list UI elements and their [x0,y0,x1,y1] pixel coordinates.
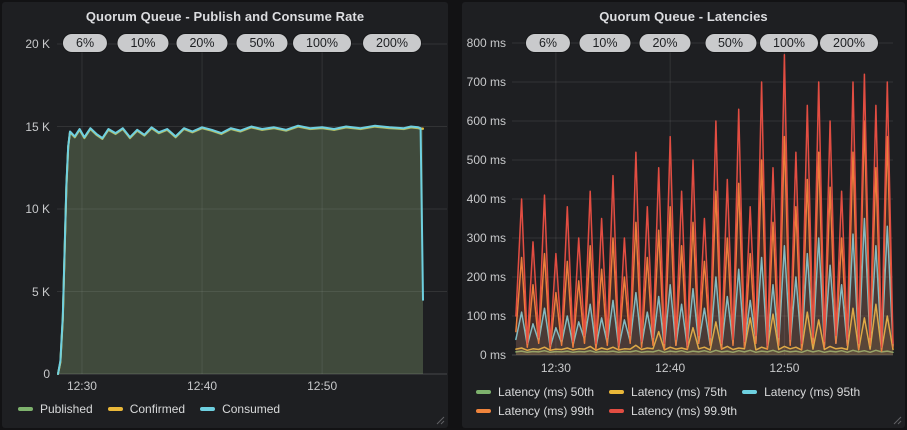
annotation-pill-100pct[interactable]: 100% [293,34,351,52]
panel-publish-consume-rate: Quorum Queue - Publish and Consume Rate … [2,2,448,428]
legend-swatch-latency-ms-99th [476,409,491,413]
legend-label: Latency (ms) 75th [631,384,727,400]
x-axis-tick-label: 12:40 [638,361,702,375]
x-axis-tick-label: 12:30 [50,379,114,393]
x-axis-tick-label: 12:30 [524,361,588,375]
legend-item-latency-ms-50th[interactable]: Latency (ms) 50th [476,384,594,400]
annotation-pill-10pct[interactable]: 10% [117,34,168,52]
annotation-pill-20pct[interactable]: 20% [176,34,227,52]
annotation-pill-50pct[interactable]: 50% [705,34,756,52]
legend-item-latency-ms-99th[interactable]: Latency (ms) 99th [476,403,594,419]
legend-label: Consumed [222,401,280,417]
legend-label: Published [40,401,93,417]
y-axis-tick-label: 200 ms [462,270,506,284]
legend-item-latency-ms-75th[interactable]: Latency (ms) 75th [609,384,727,400]
y-axis-tick-label: 300 ms [462,231,506,245]
legend-label: Latency (ms) 99th [498,403,594,419]
legend-swatch-published [18,407,33,411]
annotation-pill-10pct[interactable]: 10% [579,34,630,52]
legend-swatch-latency-ms-75th [609,390,624,394]
rate-legend: Published Confirmed Consumed [18,401,295,420]
y-axis-tick-label: 700 ms [462,75,506,89]
latency-legend: Latency (ms) 50th Latency (ms) 75th Latenc… [476,384,875,422]
annotation-pill-6pct[interactable]: 6% [63,34,107,52]
y-axis-tick-label: 0 [2,367,50,381]
annotation-pill-200pct[interactable]: 200% [363,34,421,52]
y-axis-tick-label: 400 ms [462,192,506,206]
annotation-pill-20pct[interactable]: 20% [639,34,690,52]
y-axis-tick-label: 5 K [2,285,50,299]
panel-resize-handle[interactable] [893,416,902,425]
y-axis-tick-label: 500 ms [462,153,506,167]
legend-row: Latency (ms) 50th Latency (ms) 75th Latenc… [476,384,875,400]
legend-row: Latency (ms) 99th Latency (ms) 99.9th [476,403,875,419]
y-axis-tick-label: 10 K [2,202,50,216]
legend-swatch-latency-ms-95th [742,390,757,394]
legend-label: Latency (ms) 95th [764,384,860,400]
legend-swatch-latency-ms-99-9th [609,409,624,413]
annotation-pill-6pct[interactable]: 6% [526,34,570,52]
legend-item-published[interactable]: Published [18,401,93,417]
legend-item-latency-ms-95th[interactable]: Latency (ms) 95th [742,384,860,400]
annotation-pill-200pct[interactable]: 200% [820,34,878,52]
rate-chart-svg[interactable] [2,2,448,428]
y-axis-tick-label: 600 ms [462,114,506,128]
series-fill-consumed [58,126,423,374]
dashboard: { "chart_data": [ { "type": "line", "tit… [0,0,907,430]
legend-label: Latency (ms) 99.9th [631,403,737,419]
y-axis-tick-label: 800 ms [462,36,506,50]
x-axis-tick-label: 12:50 [290,379,354,393]
x-axis-tick-label: 12:40 [170,379,234,393]
legend-item-latency-ms-99-9th[interactable]: Latency (ms) 99.9th [609,403,737,419]
legend-swatch-consumed [200,407,215,411]
y-axis-tick-label: 15 K [2,120,50,134]
y-axis-tick-label: 20 K [2,37,50,51]
y-axis-tick-label: 0 ms [462,348,506,362]
legend-label: Confirmed [130,401,185,417]
panel-latencies: Quorum Queue - Latencies Latency (ms) 50… [462,2,905,428]
annotation-pill-100pct[interactable]: 100% [760,34,818,52]
y-axis-tick-label: 100 ms [462,309,506,323]
legend-row: Published Confirmed Consumed [18,401,295,417]
legend-item-confirmed[interactable]: Confirmed [108,401,185,417]
panel-resize-handle[interactable] [436,416,445,425]
legend-label: Latency (ms) 50th [498,384,594,400]
legend-item-consumed[interactable]: Consumed [200,401,280,417]
legend-swatch-confirmed [108,407,123,411]
x-axis-tick-label: 12:50 [752,361,816,375]
legend-swatch-latency-ms-50th [476,390,491,394]
annotation-pill-50pct[interactable]: 50% [236,34,287,52]
